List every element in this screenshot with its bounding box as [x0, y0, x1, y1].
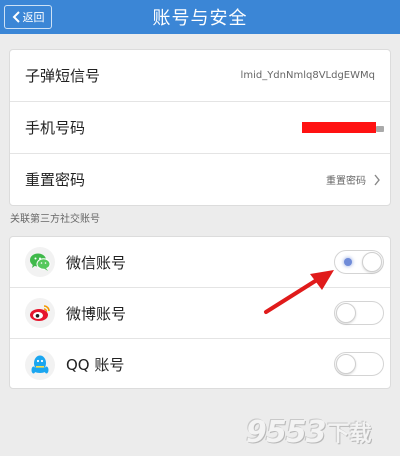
weibo-icon: [25, 298, 55, 328]
bullet-id-row[interactable]: 子弹短信号 lmid_YdnNmlq8VLdgEWMq: [10, 50, 390, 102]
toggle-knob: [336, 354, 356, 374]
redaction-mark: [302, 122, 376, 133]
wechat-icon: [25, 247, 55, 277]
bullet-id-label: 子弹短信号: [25, 67, 101, 85]
phone-number-row[interactable]: 手机号码: [10, 102, 390, 154]
back-button[interactable]: 返回: [4, 5, 52, 29]
watermark-chars: 下载: [327, 422, 372, 447]
top-nav-bar: 返回 账号与安全: [0, 0, 400, 34]
watermark-digits: 9553: [246, 414, 326, 450]
phone-number-value-fragment: [376, 126, 384, 132]
qq-row: QQ 账号: [10, 339, 390, 390]
back-label: 返回: [22, 11, 45, 24]
toggle-knob: [362, 252, 382, 272]
touch-indicator: [344, 258, 352, 266]
account-card: 子弹短信号 lmid_YdnNmlq8VLdgEWMq 手机号码 重置密码 重置…: [9, 49, 391, 206]
watermark-logo: 9553 下载: [246, 414, 396, 450]
chevron-left-icon: [12, 11, 20, 23]
qq-toggle[interactable]: [334, 352, 384, 376]
page-title: 账号与安全: [152, 8, 248, 29]
qq-label: QQ 账号: [66, 356, 125, 374]
reset-password-value: 重置密码: [326, 176, 366, 187]
reset-password-label: 重置密码: [25, 171, 86, 189]
chevron-right-icon: [374, 174, 380, 186]
bullet-id-value: lmid_YdnNmlq8VLdgEWMq: [240, 70, 375, 81]
weibo-label: 微博账号: [66, 304, 127, 323]
qq-icon: [25, 349, 55, 380]
reset-password-row[interactable]: 重置密码 重置密码: [10, 154, 390, 205]
phone-number-label: 手机号码: [25, 119, 86, 137]
wechat-label: 微信账号: [66, 253, 127, 272]
annotation-arrow-icon: [264, 270, 334, 314]
social-section-label: 关联第三方社交账号: [10, 214, 100, 225]
